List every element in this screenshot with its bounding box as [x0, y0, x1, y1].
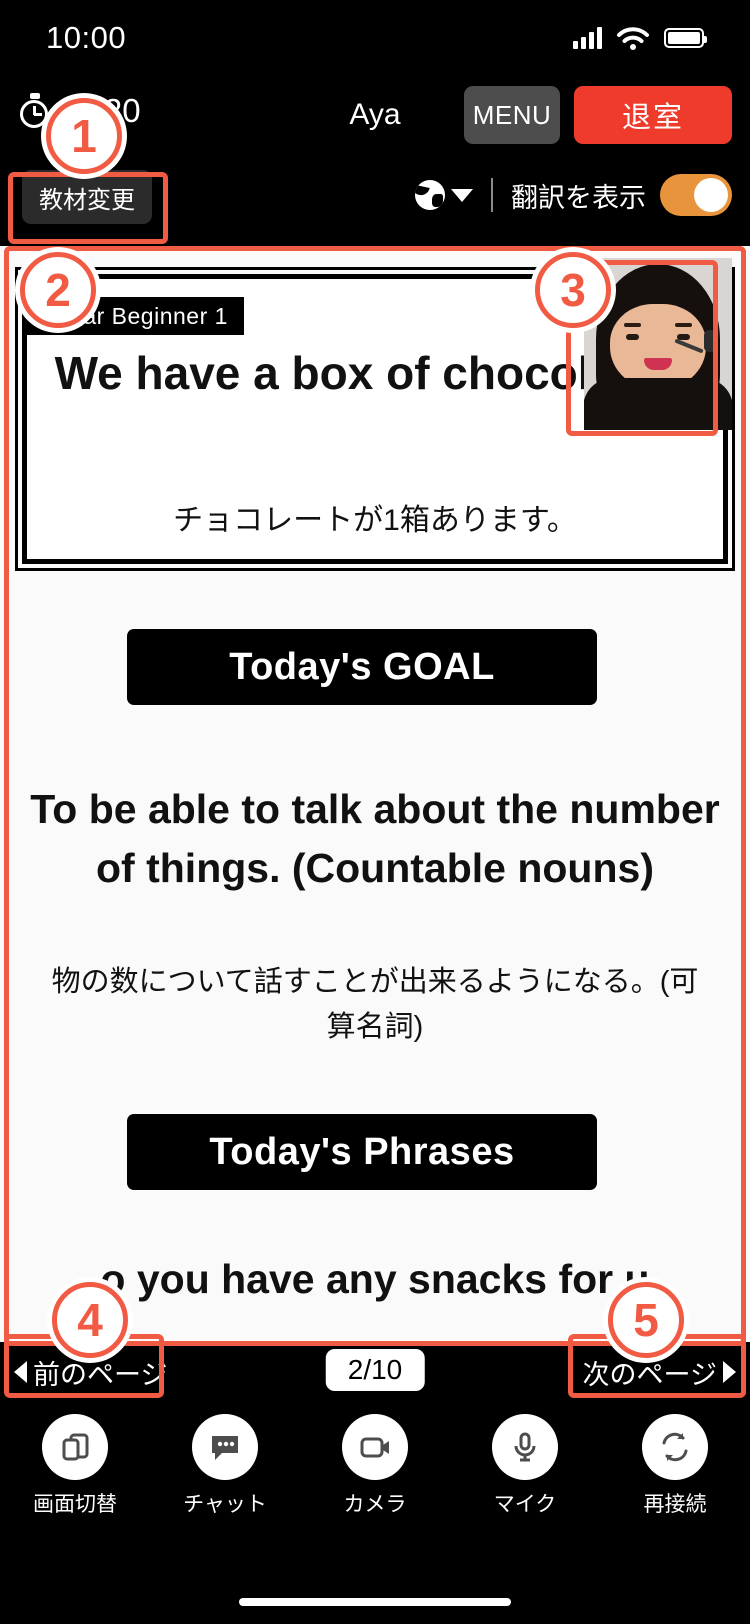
- chat-icon: [192, 1414, 258, 1480]
- goal-english-text: To be able to talk about the number of t…: [30, 786, 720, 892]
- page-navigation-bar: 前のページ 2/10 次のページ: [0, 1342, 750, 1404]
- vertical-divider: [491, 178, 493, 212]
- goal-japanese-text: 物の数について話すことが出来るようになる。(可算名詞): [51, 966, 699, 1043]
- reconnect-button[interactable]: 再接続: [610, 1414, 740, 1518]
- status-bar-time: 10:00: [46, 20, 127, 55]
- arrow-left-icon: [14, 1361, 27, 1383]
- menu-button[interactable]: MENU: [464, 86, 560, 144]
- bottom-toolbar: 画面切替 チャット カメラ マイク 再接続: [0, 1404, 750, 1564]
- lesson-timer-text: 19:20: [58, 92, 141, 129]
- microphone-button[interactable]: マイク: [460, 1414, 590, 1518]
- todays-goal-badge: Today's GOAL: [127, 629, 597, 705]
- status-bar-indicators: [573, 26, 707, 51]
- teacher-video-thumbnail[interactable]: [584, 258, 732, 430]
- next-page-button[interactable]: 次のページ: [582, 1344, 736, 1400]
- exit-room-button[interactable]: 退室: [574, 86, 732, 144]
- previous-page-label: 前のページ: [33, 1359, 168, 1390]
- reconnect-label: 再接続: [643, 1493, 707, 1516]
- slide-japanese-translation: チョコレートが1箱あります。: [173, 504, 577, 537]
- translation-controls: 翻訳を表示: [415, 174, 732, 216]
- camera-label: カメラ: [343, 1493, 407, 1516]
- screen-switch-button[interactable]: 画面切替: [10, 1414, 140, 1518]
- headset-icon: [704, 330, 716, 352]
- phrase-first-line: o you have any snacks for u: [100, 1256, 650, 1302]
- lesson-header: Aya 19:20 MENU 退室: [0, 86, 750, 158]
- lesson-timer: 19:20: [18, 92, 141, 130]
- chat-button[interactable]: チャット: [160, 1414, 290, 1518]
- globe-icon[interactable]: [415, 180, 445, 210]
- material-viewer[interactable]: mmar Beginner 1 We have a box of chocola…: [0, 246, 750, 1342]
- microphone-label: マイク: [493, 1493, 557, 1516]
- chat-label: チャット: [183, 1493, 267, 1516]
- battery-icon: [664, 28, 707, 48]
- previous-page-button[interactable]: 前のページ: [14, 1344, 168, 1400]
- todays-phrases-badge: Today's Phrases: [127, 1114, 597, 1190]
- camera-icon: [342, 1414, 408, 1480]
- cellular-bars-icon: [573, 27, 602, 49]
- wifi-icon: [617, 26, 649, 50]
- change-material-button[interactable]: 教材変更: [22, 170, 152, 224]
- translation-label: 翻訳を表示: [511, 182, 646, 213]
- camera-button[interactable]: カメラ: [310, 1414, 440, 1518]
- microphone-icon: [492, 1414, 558, 1480]
- material-category-tag: mmar Beginner 1: [22, 297, 244, 335]
- status-bar: 10:00: [0, 0, 750, 76]
- reconnect-icon: [642, 1414, 708, 1480]
- next-page-label: 次のページ: [582, 1359, 717, 1390]
- lesson-subheader: 教材変更 翻訳を表示: [0, 170, 750, 242]
- translation-toggle[interactable]: [660, 174, 732, 216]
- home-indicator: [239, 1598, 511, 1606]
- screen-switch-label: 画面切替: [33, 1493, 117, 1516]
- stopwatch-icon: [18, 93, 52, 129]
- chevron-down-icon[interactable]: [451, 188, 473, 202]
- arrow-right-icon: [723, 1361, 736, 1383]
- page-indicator: 2/10: [325, 1349, 425, 1391]
- screen-switch-icon: [42, 1414, 108, 1480]
